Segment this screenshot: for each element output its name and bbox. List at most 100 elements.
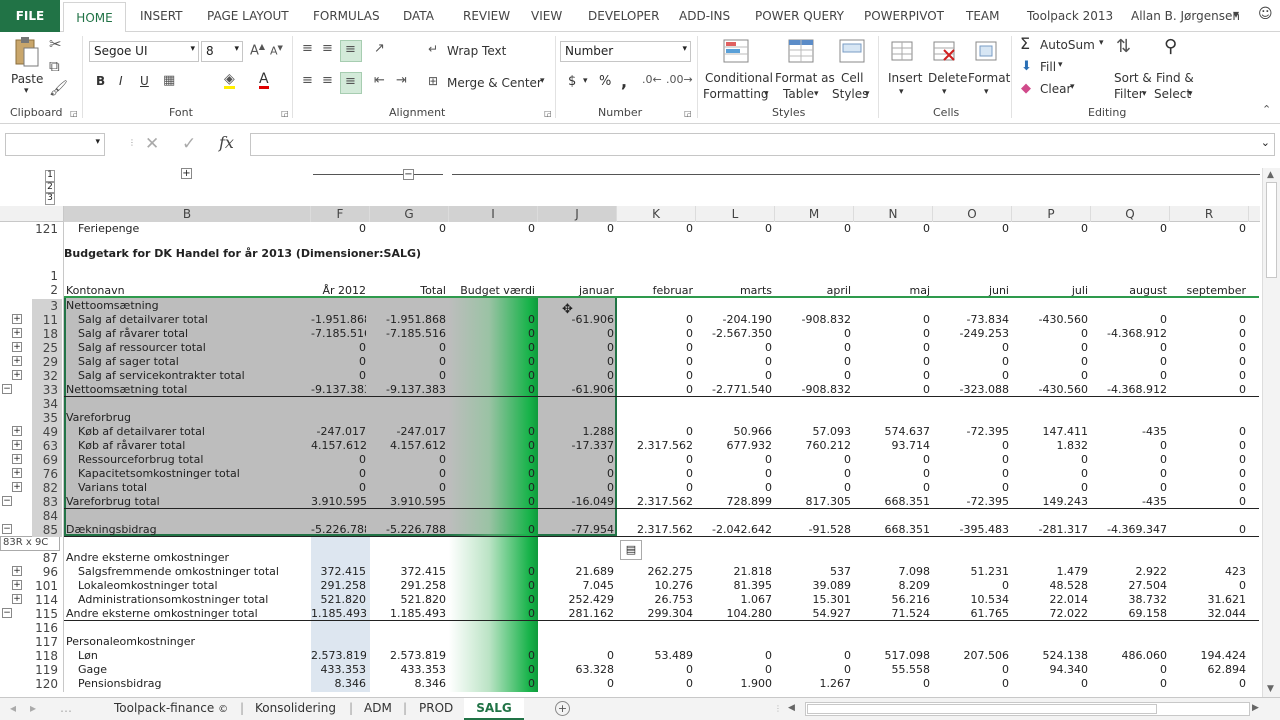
expand-row-group-icon[interactable]: +	[12, 328, 22, 338]
sort-filter-button[interactable]: Sort &	[1114, 71, 1152, 85]
cell-value[interactable]: 760.212	[775, 439, 852, 452]
cell-value[interactable]: 521.820	[311, 593, 367, 606]
cell-value[interactable]: 0	[1170, 439, 1246, 452]
cell-value[interactable]: 0	[370, 341, 446, 354]
underline-button[interactable]: U	[140, 74, 149, 88]
row-number[interactable]: 115	[32, 607, 62, 621]
expand-row-group-icon[interactable]: +	[12, 566, 22, 576]
collapse-row-group-icon[interactable]: −	[2, 496, 12, 506]
cell-value[interactable]: 0	[449, 355, 535, 368]
delete-cells-icon[interactable]	[930, 38, 958, 66]
row-number[interactable]: 32	[32, 369, 62, 383]
cell-value[interactable]: -204.190	[696, 313, 772, 326]
col-header-r[interactable]: R	[1170, 206, 1249, 222]
cell-value[interactable]: -61.906	[538, 383, 614, 396]
increase-font-icon[interactable]: A▲	[250, 43, 265, 58]
cell-value[interactable]: 1.067	[696, 593, 773, 606]
cell-value[interactable]: 0	[1012, 467, 1088, 480]
paste-button[interactable]: Paste	[11, 72, 43, 86]
expand-row-group-icon[interactable]: +	[12, 426, 22, 436]
cell-value[interactable]: -395.483	[933, 523, 1009, 536]
cell-value[interactable]: 69.158	[1091, 607, 1168, 620]
cell-value[interactable]: 2.317.562	[617, 523, 693, 536]
worksheet-grid[interactable]: Budgetark for DK Handel for år 2013 (Dim…	[0, 222, 1262, 692]
cell-value[interactable]: 0	[617, 663, 693, 676]
cell-value[interactable]: -1.951.868	[311, 313, 366, 326]
cell-value[interactable]: 10.534	[933, 593, 1010, 606]
cell-value[interactable]: 55.558	[854, 663, 931, 676]
cell-value[interactable]: 0	[617, 327, 693, 340]
collapse-group-icon[interactable]: −	[403, 169, 414, 180]
cell-value[interactable]: 0	[617, 677, 693, 690]
row-number[interactable]: 87	[32, 551, 62, 565]
decrease-decimal-icon[interactable]: .00→	[666, 74, 693, 85]
cell-value[interactable]: 0	[1091, 481, 1167, 494]
cell-value[interactable]: 104.280	[696, 607, 773, 620]
align-center-icon[interactable]: ≡	[322, 74, 333, 87]
cell-value[interactable]: 1.288	[538, 425, 615, 438]
cell-value[interactable]: 0	[617, 467, 693, 480]
cell-value[interactable]: 94.340	[1012, 663, 1089, 676]
cell-value[interactable]: 0	[696, 222, 772, 235]
row-number[interactable]: 35	[32, 411, 62, 425]
cell-value[interactable]: 63.328	[538, 663, 615, 676]
scroll-right-icon[interactable]: ▶	[1252, 703, 1259, 713]
cell-value[interactable]: 0	[775, 663, 851, 676]
cell-value[interactable]: 1.267	[775, 677, 852, 690]
col-header-l[interactable]: L	[696, 206, 775, 222]
expand-row-group-icon[interactable]: +	[12, 454, 22, 464]
cell-value[interactable]: 0	[696, 481, 772, 494]
cell-value[interactable]: 3.910.595	[311, 495, 366, 508]
cell-value[interactable]: 149.243	[1012, 495, 1089, 508]
insert-cells-icon[interactable]	[888, 38, 916, 66]
cell-value[interactable]: -908.832	[775, 383, 851, 396]
cell-value[interactable]: 0	[449, 341, 535, 354]
cell-value[interactable]: 0	[854, 313, 930, 326]
cell-value[interactable]: 0	[696, 355, 772, 368]
cell-value[interactable]: -73.834	[933, 313, 1009, 326]
insert-function-button[interactable]: fx	[219, 133, 234, 152]
cell-value[interactable]: 4.157.612	[370, 439, 446, 452]
scroll-left-icon[interactable]: ◀	[788, 703, 795, 713]
cut-icon[interactable]: ✂	[49, 37, 62, 52]
cell-value[interactable]: 0	[1170, 579, 1246, 592]
cell-value[interactable]: -247.017	[311, 425, 366, 438]
expand-group-icon[interactable]: +	[181, 168, 192, 179]
col-header-g[interactable]: G	[370, 206, 449, 222]
cell-value[interactable]: 0	[449, 383, 535, 396]
cell-value[interactable]: -2.771.540	[696, 383, 772, 396]
tab-view[interactable]: VIEW	[531, 9, 562, 23]
cell-value[interactable]: 61.765	[933, 607, 1010, 620]
cell-value[interactable]: 0	[1170, 355, 1246, 368]
col-header-i[interactable]: I	[449, 206, 538, 222]
row-label[interactable]: Feriepenge	[78, 222, 311, 235]
cell-value[interactable]: 0	[854, 327, 930, 340]
fill-button[interactable]: Fill	[1040, 60, 1056, 74]
increase-indent-icon[interactable]: ⇥	[396, 74, 407, 87]
row-number[interactable]: 49	[32, 425, 62, 439]
cell-value[interactable]: 0	[933, 355, 1009, 368]
cell-value[interactable]: -281.317	[1012, 523, 1088, 536]
format-cells-button[interactable]: Format	[968, 71, 1010, 85]
row-number[interactable]: 119	[32, 663, 62, 677]
row-number[interactable]: 33	[32, 383, 62, 397]
cell-value[interactable]: 0	[854, 355, 930, 368]
format-painter-icon[interactable]: 🖌	[49, 81, 68, 96]
cell-value[interactable]: 51.231	[933, 565, 1010, 578]
collapse-ribbon-icon[interactable]: ⌃	[1262, 104, 1271, 115]
cell-value[interactable]: 252.429	[538, 593, 615, 606]
cell-value[interactable]: -430.560	[1012, 313, 1088, 326]
cell-value[interactable]: 56.216	[854, 593, 931, 606]
row-number[interactable]: 34	[32, 397, 62, 411]
tab-formulas[interactable]: FORMULAS	[313, 9, 380, 23]
cell-value[interactable]: 0	[617, 222, 693, 235]
cell-value[interactable]: 0	[854, 369, 930, 382]
cell-value[interactable]: 0	[449, 313, 535, 326]
sheet-tab-prod[interactable]: PROD	[419, 701, 453, 715]
cell-value[interactable]: 0	[617, 355, 693, 368]
cell-value[interactable]: 0	[696, 467, 772, 480]
scroll-down-icon[interactable]: ▼	[1267, 684, 1274, 694]
cell-value[interactable]: 0	[933, 341, 1009, 354]
cell-value[interactable]: 0	[775, 341, 851, 354]
find-select-dropdown-icon[interactable]: ▾	[1188, 89, 1193, 99]
